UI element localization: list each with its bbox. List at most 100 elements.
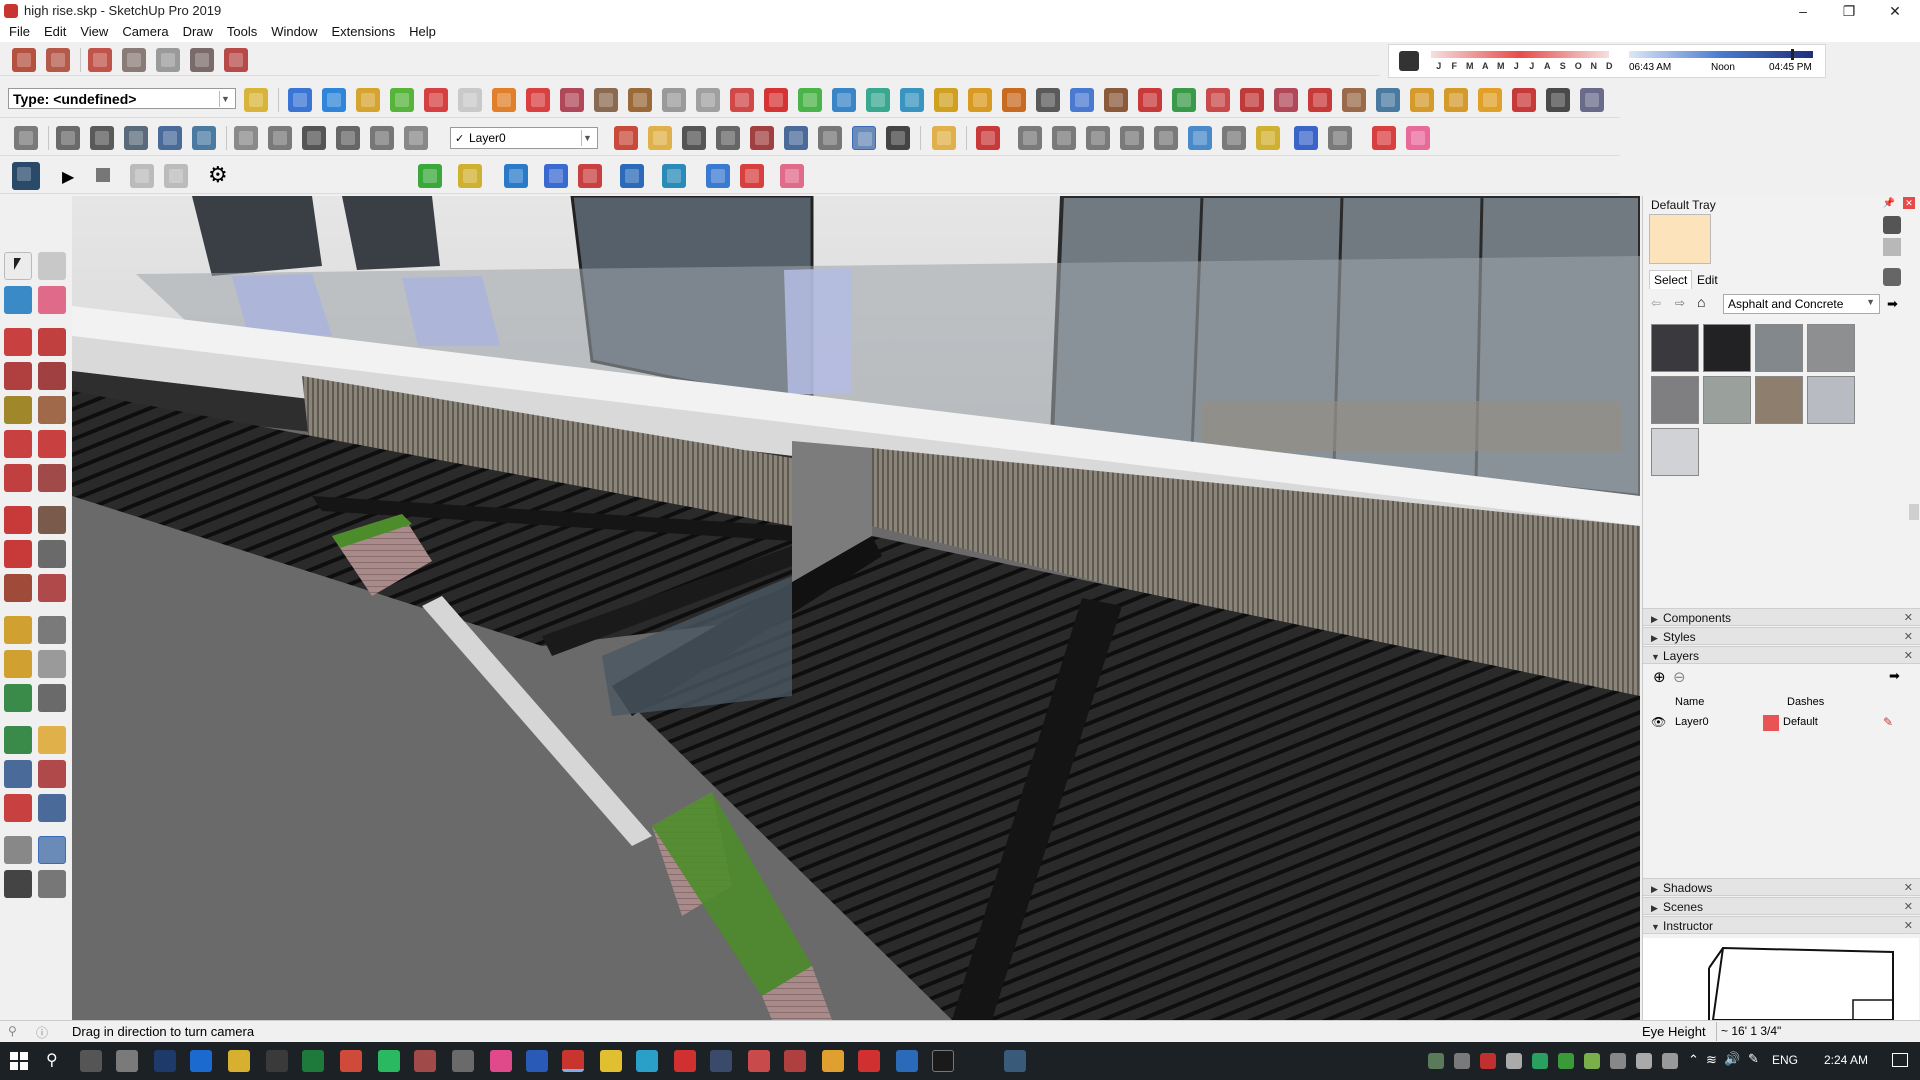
window-frame-icon[interactable] xyxy=(526,88,550,112)
tray-icon-3[interactable] xyxy=(1480,1053,1496,1069)
beam-icon[interactable] xyxy=(628,88,652,112)
3d-viewport[interactable] xyxy=(72,196,1640,1020)
tray-icon-7[interactable] xyxy=(1610,1053,1626,1069)
geolocation-icon[interactable]: ⚲ xyxy=(8,1024,17,1038)
panel-close-icon[interactable]: ✕ xyxy=(1904,649,1913,662)
dots-circle-icon[interactable] xyxy=(1546,88,1570,112)
rotated-rectangle-icon[interactable] xyxy=(38,362,66,390)
info-icon[interactable]: ⓘ xyxy=(36,1024,48,1041)
previous-view-icon[interactable] xyxy=(38,794,66,822)
pie-icon[interactable] xyxy=(38,464,66,492)
loop-icon[interactable] xyxy=(492,88,516,112)
lower-tool-icon[interactable] xyxy=(288,88,312,112)
position-camera-icon[interactable] xyxy=(4,836,32,864)
section-icon[interactable] xyxy=(38,870,66,898)
minimize-button[interactable]: – xyxy=(1780,0,1826,22)
orbit-icon[interactable] xyxy=(4,726,32,754)
material-swatch[interactable] xyxy=(1651,376,1699,424)
panel-styles[interactable]: ▶ Styles ✕ xyxy=(1643,627,1920,645)
panel-layers[interactable]: ▼ Layers ✕ xyxy=(1643,646,1920,664)
circle-icon[interactable] xyxy=(4,396,32,424)
dynamic-component-icon[interactable] xyxy=(244,88,268,112)
iso-view-icon[interactable] xyxy=(56,126,80,150)
arc-icon[interactable] xyxy=(968,88,992,112)
rotate-right-icon[interactable] xyxy=(740,164,764,188)
excel-icon[interactable] xyxy=(302,1050,324,1072)
arc-tool-icon[interactable] xyxy=(1188,126,1212,150)
front-view-icon[interactable] xyxy=(124,126,148,150)
menu-view[interactable]: View xyxy=(73,24,115,39)
orbit-icon[interactable] xyxy=(614,126,638,150)
box-icon[interactable] xyxy=(1104,88,1128,112)
file-explorer-icon[interactable] xyxy=(228,1050,250,1072)
add-layer-icon[interactable]: ⊕ xyxy=(1653,668,1666,686)
undo-curve-icon[interactable] xyxy=(1138,88,1162,112)
search-icon[interactable]: ⚲ xyxy=(46,1050,58,1070)
look-around-icon[interactable] xyxy=(38,836,66,864)
measurements-box[interactable]: ~ 16' 1 3/4" xyxy=(1716,1022,1920,1041)
warehouse-icon[interactable] xyxy=(12,48,36,72)
polygon-outline-icon[interactable] xyxy=(1086,126,1110,150)
taskbar-clock[interactable]: 2:24 AM xyxy=(1824,1053,1868,1067)
app-icon-1[interactable] xyxy=(414,1050,436,1072)
extension-warehouse-icon[interactable] xyxy=(88,48,112,72)
freehand-icon[interactable] xyxy=(38,328,66,356)
gear-red-icon[interactable] xyxy=(1206,88,1230,112)
tray-icon-4[interactable] xyxy=(1532,1053,1548,1069)
store-icon[interactable] xyxy=(266,1050,288,1072)
tray-icon-1[interactable] xyxy=(1428,1053,1444,1069)
close-button[interactable]: ✕ xyxy=(1872,0,1918,22)
walk-icon[interactable] xyxy=(886,126,910,150)
top-view-icon[interactable] xyxy=(90,126,114,150)
cone-icon[interactable] xyxy=(866,88,890,112)
panel-close-icon[interactable]: ✕ xyxy=(1904,919,1913,932)
ring-icon[interactable] xyxy=(1222,126,1246,150)
component-options-icon[interactable] xyxy=(1342,88,1366,112)
time-slider[interactable] xyxy=(1629,49,1813,60)
material-swatch[interactable] xyxy=(1703,324,1751,372)
leaf-icon[interactable] xyxy=(1256,126,1280,150)
select-arrow-icon[interactable] xyxy=(4,252,32,280)
panel-close-icon[interactable]: ✕ xyxy=(1904,881,1913,894)
wireframe-icon[interactable] xyxy=(268,126,292,150)
hand-icon[interactable] xyxy=(780,164,804,188)
helix-icon[interactable] xyxy=(1036,88,1060,112)
tag-yellow-icon[interactable] xyxy=(458,164,482,188)
lumion-logo-icon[interactable] xyxy=(12,162,40,190)
tag-green-icon[interactable] xyxy=(418,164,442,188)
pen-icon[interactable]: ✎ xyxy=(1748,1051,1759,1067)
material-swatch[interactable] xyxy=(1807,376,1855,424)
sticky-notes-icon[interactable] xyxy=(600,1050,622,1072)
vlc-icon[interactable] xyxy=(822,1050,844,1072)
plus-green-icon[interactable] xyxy=(798,88,822,112)
panel-close-icon[interactable]: ✕ xyxy=(1904,900,1913,913)
3d-text-icon[interactable] xyxy=(38,684,66,712)
app-icon-7[interactable] xyxy=(784,1050,806,1072)
app-icon-8[interactable] xyxy=(896,1050,918,1072)
menu-edit[interactable]: Edit xyxy=(37,24,73,39)
material-swatch[interactable] xyxy=(1651,428,1699,476)
layer-select[interactable]: ✓ Layer0 ▼ xyxy=(450,127,598,149)
acrobat-icon[interactable] xyxy=(674,1050,696,1072)
make-component-icon[interactable] xyxy=(38,252,66,280)
type-select[interactable]: Type: <undefined> ▼ xyxy=(8,88,236,109)
drape-icon[interactable] xyxy=(224,48,248,72)
zoom-extents-icon[interactable] xyxy=(4,794,32,822)
flip-icon[interactable] xyxy=(1294,126,1318,150)
layout-icon[interactable] xyxy=(1580,88,1604,112)
app-icon-2[interactable] xyxy=(452,1050,474,1072)
follow-me-icon[interactable] xyxy=(38,540,66,568)
eraser-icon[interactable] xyxy=(38,286,66,314)
sketchup-taskbar-icon[interactable] xyxy=(562,1050,584,1072)
grid-yellow-icon[interactable] xyxy=(1478,88,1502,112)
layers-details-icon[interactable]: ➡ xyxy=(1889,668,1900,684)
word-icon[interactable] xyxy=(526,1050,548,1072)
red-face-icon[interactable] xyxy=(424,88,448,112)
camera-remove-icon[interactable] xyxy=(164,164,188,188)
frame-icon[interactable] xyxy=(1376,88,1400,112)
shaded-icon[interactable] xyxy=(336,126,360,150)
pencil-icon[interactable] xyxy=(976,126,1000,150)
app-icon-3[interactable] xyxy=(490,1050,512,1072)
monochrome-icon[interactable] xyxy=(404,126,428,150)
chevron-up-icon[interactable]: ⌃ xyxy=(1688,1052,1699,1068)
